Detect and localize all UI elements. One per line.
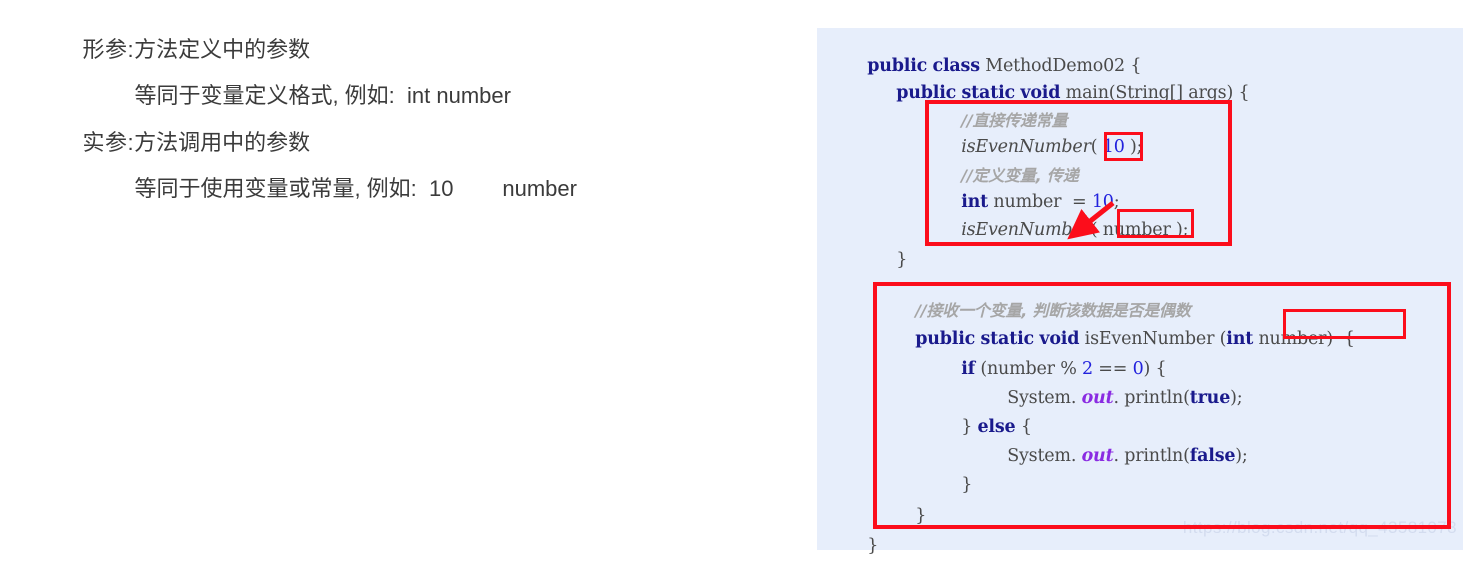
note-line-actual-param-detail: 等同于使用变量或常量, 例如: 10 number (110, 156, 577, 222)
keyword-if: if (961, 358, 975, 379)
code-line-16-close-method: } (883, 490, 926, 543)
println-token-2: . println (1113, 445, 1184, 466)
brace-close-main: } (896, 249, 908, 270)
main-signature-args: (String[] args) { (1108, 82, 1250, 103)
code-line-14-print-false: System. out. println(false); (1007, 445, 1248, 466)
brace-close-method: } (915, 505, 927, 526)
brace-open-method: { (1343, 328, 1355, 349)
println-token-1: . println (1113, 387, 1184, 408)
system-token-2: System. (1007, 445, 1077, 466)
field-out-2: out (1081, 445, 1114, 466)
literal-true: true (1189, 387, 1231, 408)
brace-close-class: } (867, 535, 879, 556)
note-text-actual-param: 方法调用中的参数 (134, 130, 311, 155)
keyword-int-param: int (1226, 328, 1254, 349)
note-label-formal-param: 形参: (82, 37, 135, 62)
code-line-15-close-else: } (929, 459, 972, 512)
notes-pane: 形参:方法定义中的参数 等同于变量定义格式, 例如: int number 实参… (0, 0, 790, 562)
note-text-formal-param: 方法定义中的参数 (134, 37, 311, 62)
parameter-number: number (1258, 328, 1327, 349)
literal-false: false (1189, 445, 1236, 466)
code-panel: public class MethodDemo02 { public stati… (817, 28, 1463, 555)
argument-number: number (1102, 219, 1171, 240)
brace-close-if: } (961, 416, 973, 437)
brace-close-else: } (961, 474, 973, 495)
method-call-isevennumber-2: isEvenNumber (961, 219, 1091, 240)
watermark-text: https://blog.csdn.net/qq_43581078 (1182, 518, 1457, 537)
code-line-8-close-main: } (864, 234, 907, 287)
field-out-1: out (1081, 387, 1114, 408)
note-text-formal-param-detail: 等同于变量定义格式, 例如: int number (134, 83, 511, 108)
note-label-actual-param: 实参: (82, 130, 135, 155)
note-text-actual-param-detail: 等同于使用变量或常量, 例如: 10 number (134, 176, 577, 201)
code-line-7-call-variable: isEvenNumber( number ); (961, 219, 1189, 240)
code-line-17-close-class: } (835, 520, 878, 573)
method-name-main: main (1065, 82, 1109, 103)
literal-10: 10 (1102, 136, 1125, 157)
java-code-block: public class MethodDemo02 { public stati… (817, 28, 1463, 555)
